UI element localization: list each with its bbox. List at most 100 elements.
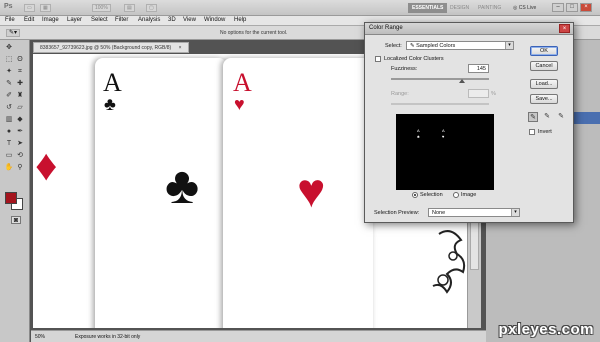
- ok-button[interactable]: OK: [530, 46, 558, 56]
- document-tab[interactable]: 8383657_92739623.jpg @ 50% (Background c…: [33, 42, 189, 53]
- zoom-tool-icon[interactable]: ⚲: [15, 164, 25, 172]
- select-dropdown[interactable]: ✎ Sampled Colors ▾: [406, 41, 514, 50]
- eyedropper-icon: ✎▾: [9, 30, 18, 36]
- card-ace-of-hearts: A ♥ ♥: [223, 58, 373, 328]
- club-small-icon: ♣: [104, 94, 116, 114]
- marquee-tool-icon[interactable]: ⬚: [4, 56, 14, 64]
- quick-mask-icon[interactable]: ◙: [11, 216, 21, 224]
- eyedropper-plus-icon[interactable]: ✎: [542, 112, 552, 122]
- selection-preview-label: Selection Preview:: [374, 210, 420, 216]
- fuzziness-input[interactable]: 145: [468, 64, 489, 73]
- dodge-tool-icon[interactable]: ●: [4, 128, 14, 136]
- minimize-button[interactable]: –: [552, 3, 564, 12]
- gradient-tool-icon[interactable]: ▥: [4, 116, 14, 124]
- preview-club-icon: ♣: [417, 134, 420, 139]
- maximize-button[interactable]: □: [566, 3, 578, 12]
- range-unit: %: [491, 91, 496, 97]
- fuzziness-slider-thumb[interactable]: [458, 79, 465, 83]
- path-select-icon[interactable]: ➤: [15, 140, 25, 148]
- menu-analysis[interactable]: Analysis: [138, 17, 160, 23]
- type-tool-icon[interactable]: T: [4, 140, 14, 148]
- range-input[interactable]: [468, 89, 489, 98]
- tool-preset-picker[interactable]: ✎▾: [6, 29, 20, 37]
- range-slider-track[interactable]: [391, 103, 489, 105]
- selection-radio-label: Selection: [420, 192, 443, 198]
- heart-small-icon: ♥: [234, 94, 245, 114]
- dialog-titlebar[interactable]: Color Range ×: [365, 23, 573, 35]
- eyedropper-tool-icon[interactable]: ✎: [4, 80, 14, 88]
- fuzziness-slider-track[interactable]: [391, 78, 489, 80]
- brush-tool-icon[interactable]: ✐: [4, 92, 14, 100]
- cs-live-label: CS Live: [518, 5, 537, 11]
- localized-clusters-label: Localized Color Clusters: [384, 56, 444, 62]
- localized-clusters-checkbox[interactable]: [375, 56, 381, 62]
- load-button[interactable]: Load...: [530, 79, 558, 89]
- hand-tool-icon[interactable]: ✋: [4, 164, 14, 172]
- invert-checkbox[interactable]: [529, 129, 535, 135]
- zoom-level-control[interactable]: 100%: [92, 4, 111, 12]
- selection-preview-value: None: [432, 210, 446, 216]
- cs-live-button[interactable]: ◎ CS Live: [510, 3, 539, 13]
- document-tab-close[interactable]: ×: [179, 45, 182, 51]
- arrange-documents-control[interactable]: ▤: [124, 4, 135, 12]
- healing-brush-icon[interactable]: ✚: [15, 80, 25, 88]
- status-zoom[interactable]: 50%: [35, 334, 45, 340]
- club-large-icon: ♣: [165, 157, 200, 215]
- screen-mode-control[interactable]: ▢: [146, 4, 157, 12]
- selection-preview-dropdown[interactable]: None ▾: [428, 208, 520, 217]
- fuzziness-label: Fuzziness:: [391, 66, 418, 72]
- menu-view[interactable]: View: [183, 17, 196, 23]
- image-radio[interactable]: [453, 192, 459, 198]
- clone-stamp-icon[interactable]: ♜: [15, 92, 25, 100]
- cancel-button[interactable]: Cancel: [530, 61, 558, 71]
- ornament-graphic: [429, 224, 467, 304]
- pen-tool-icon[interactable]: ✒: [15, 128, 25, 136]
- menu-edit[interactable]: Edit: [24, 17, 34, 23]
- card-ace-of-clubs: A ♣ ♣: [95, 58, 227, 328]
- workspace-design[interactable]: DESIGN: [446, 3, 473, 13]
- preview-heart-icon: ♥: [442, 134, 445, 139]
- color-range-dialog: Color Range × Select: ✎ Sampled Colors ▾…: [364, 22, 574, 223]
- mini-bridge-control[interactable]: ▭: [24, 4, 35, 12]
- quick-select-tool-icon[interactable]: ✦: [4, 68, 14, 76]
- move-tool-icon[interactable]: ✥: [4, 44, 14, 52]
- selection-radio[interactable]: [412, 192, 418, 198]
- menu-image[interactable]: Image: [42, 17, 59, 23]
- menu-window[interactable]: Window: [204, 17, 225, 23]
- menu-select[interactable]: Select: [91, 17, 108, 23]
- watermark: pxleyes.com: [498, 321, 594, 338]
- dialog-close-icon[interactable]: ×: [559, 24, 570, 33]
- status-bar: 50% Exposure works in 32-bit only: [31, 330, 486, 342]
- eyedropper-icon[interactable]: ✎: [528, 112, 538, 122]
- selection-preview-image[interactable]: A ♣ A ♥: [396, 114, 494, 190]
- shape-tool-icon[interactable]: ▭: [4, 152, 14, 160]
- menu-file[interactable]: File: [5, 17, 15, 23]
- workspace-painting[interactable]: PAINTING: [474, 3, 505, 13]
- view-extras-control[interactable]: ▦: [40, 4, 51, 12]
- chevron-down-icon: ▾: [505, 42, 513, 49]
- lasso-tool-icon[interactable]: ʘ: [15, 56, 25, 64]
- save-button[interactable]: Save...: [530, 94, 558, 104]
- blur-tool-icon[interactable]: ◆: [15, 116, 25, 124]
- crop-tool-icon[interactable]: ⌗: [15, 68, 25, 76]
- dialog-title: Color Range: [369, 25, 403, 31]
- workspace-essentials[interactable]: ESSENTIALS: [408, 3, 448, 13]
- eraser-tool-icon[interactable]: ▱: [15, 104, 25, 112]
- menu-filter[interactable]: Filter: [115, 17, 128, 23]
- menu-help[interactable]: Help: [234, 17, 246, 23]
- diamond-suit-icon: ♦: [35, 141, 58, 190]
- menu-3d[interactable]: 3D: [168, 17, 176, 23]
- selected-layer-highlight[interactable]: [573, 112, 600, 124]
- close-window-button[interactable]: ×: [580, 3, 592, 12]
- status-message: Exposure works in 32-bit only: [75, 334, 141, 340]
- photoshop-logo: Ps: [4, 3, 13, 10]
- 3d-rotate-icon[interactable]: ⟲: [15, 152, 25, 160]
- application-bar: Ps ▭ ▦ 100% ▤ ▢ ESSENTIALS DESIGN PAINTI…: [0, 0, 600, 16]
- options-message: No options for the current tool.: [220, 30, 288, 36]
- range-label: Range:: [391, 91, 409, 97]
- foreground-color-swatch[interactable]: [5, 192, 17, 204]
- preview-rank-clubs: A: [417, 128, 420, 133]
- eyedropper-minus-icon[interactable]: ✎: [556, 112, 566, 122]
- menu-layer[interactable]: Layer: [67, 17, 82, 23]
- history-brush-icon[interactable]: ↺: [4, 104, 14, 112]
